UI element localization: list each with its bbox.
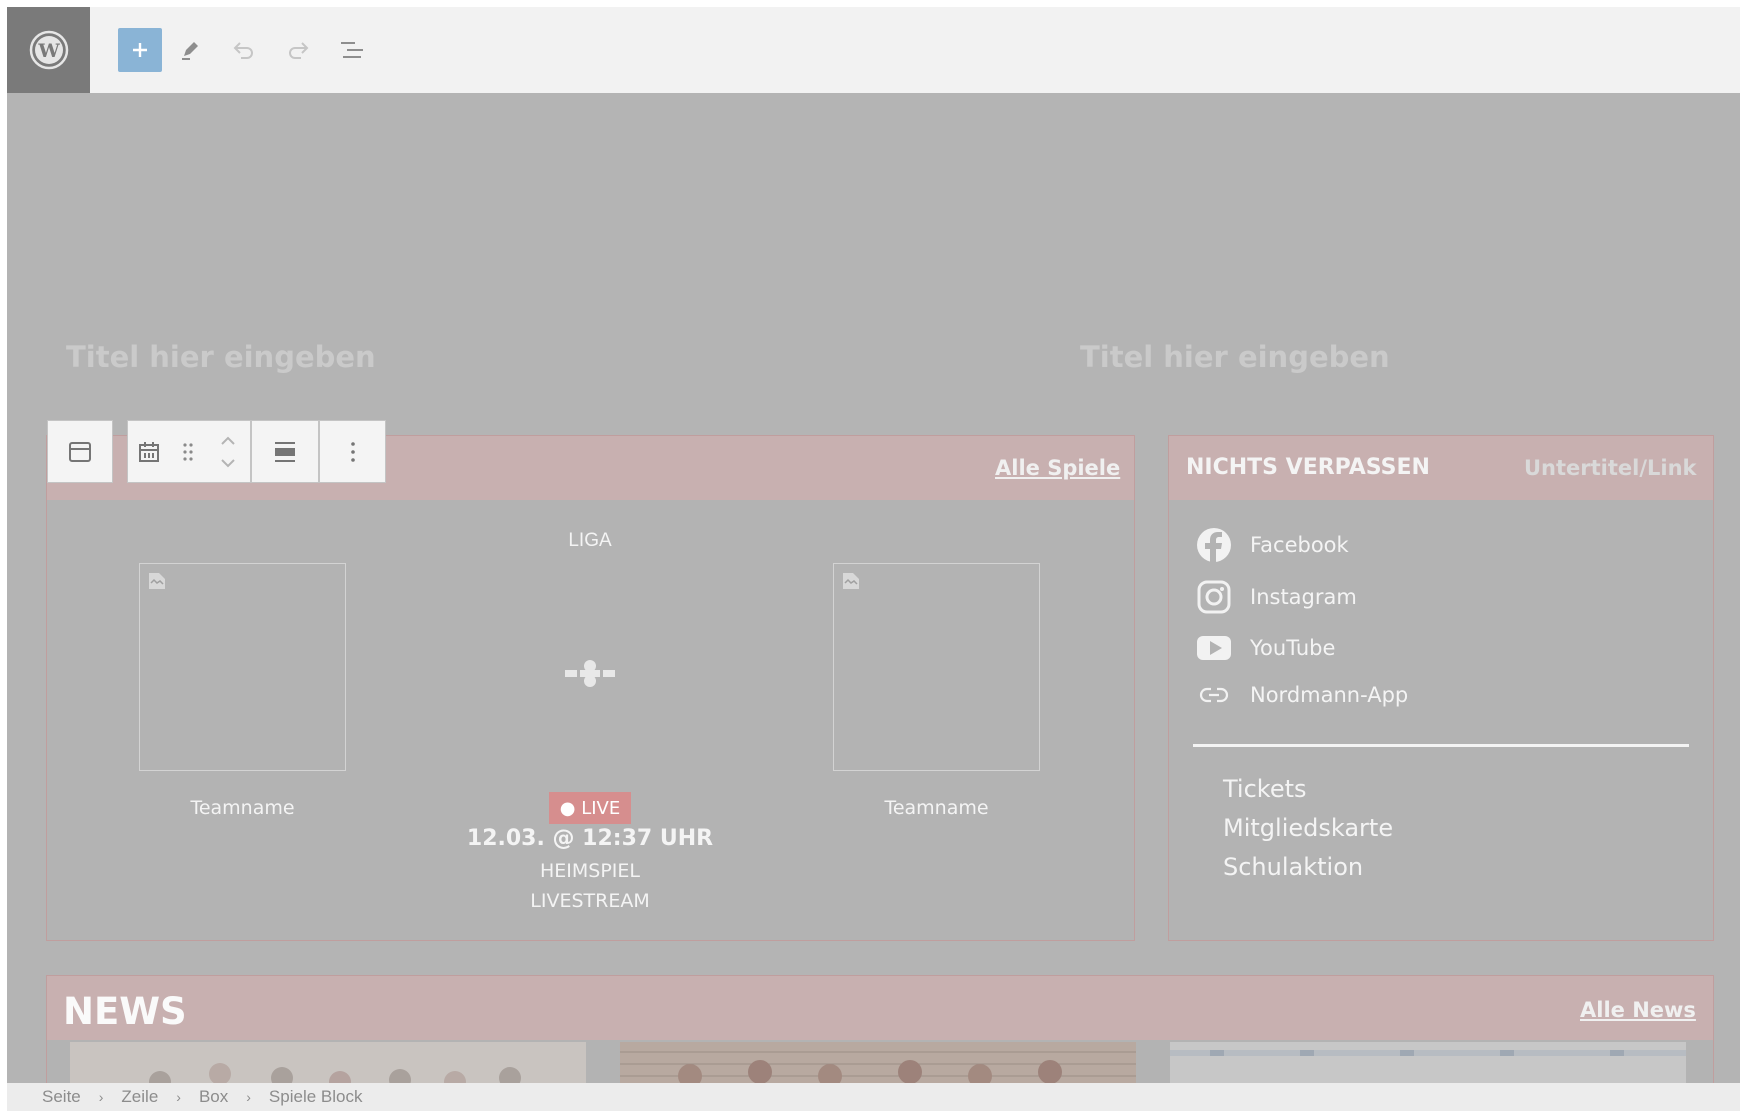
editor-toolbar: W <box>7 7 1740 93</box>
list-view-icon <box>341 42 363 58</box>
more-options-button[interactable] <box>319 420 386 483</box>
news-image-2[interactable] <box>620 1042 1136 1086</box>
link-icon <box>1199 687 1229 703</box>
chevron-right-icon: › <box>246 1089 251 1105</box>
all-games-link[interactable]: Alle Spiele <box>995 456 1120 480</box>
block-toolbar <box>47 420 386 485</box>
facebook-icon <box>1197 528 1231 563</box>
breadcrumb-item[interactable]: Seite <box>42 1087 81 1107</box>
move-up-down-icon[interactable] <box>206 420 250 483</box>
box-icon <box>69 441 91 462</box>
align-button[interactable] <box>251 420 319 483</box>
redo-button[interactable] <box>276 28 320 72</box>
social-label: YouTube <box>1250 636 1336 660</box>
match-type: HEIMSPIEL <box>539 860 640 882</box>
social-subtitle-link[interactable]: Untertitel/Link <box>1524 456 1697 480</box>
home-team-name: Teamname <box>190 797 295 819</box>
social-label: Instagram <box>1250 585 1357 609</box>
news-image-3[interactable] <box>1170 1042 1686 1086</box>
undo-icon <box>233 42 253 59</box>
away-team-name: Teamname <box>884 797 989 819</box>
plus-icon <box>133 43 147 57</box>
wordpress-logo-icon[interactable]: W <box>7 7 90 93</box>
news-block-header <box>47 976 1713 1040</box>
breadcrumb-item[interactable]: Box <box>199 1087 228 1107</box>
social-item-facebook[interactable]: Facebook <box>1196 527 1349 563</box>
align-icon <box>275 441 295 462</box>
social-item-youtube[interactable]: YouTube <box>1196 630 1335 666</box>
more-vertical-icon <box>350 441 355 462</box>
social-heading: NICHTS VERPASSEN <box>1186 455 1430 480</box>
broken-image-icon <box>149 573 165 589</box>
social-item-app[interactable]: Nordmann-App <box>1196 677 1408 713</box>
drag-handle-icon[interactable] <box>170 420 206 483</box>
home-team-logo <box>139 563 346 771</box>
match-date: 12.03. @ 12:37 UHR <box>466 826 714 851</box>
breadcrumb-item[interactable]: Zeile <box>121 1087 158 1107</box>
window-frame-left <box>0 0 7 1111</box>
link-school-action[interactable]: Schulaktion <box>1223 853 1363 881</box>
document-overview-button[interactable] <box>330 28 374 72</box>
news-image-1[interactable] <box>70 1042 586 1086</box>
livestream-label: LIVESTREAM <box>530 890 650 912</box>
svg-text:W: W <box>37 40 60 62</box>
pencil-icon <box>182 42 198 60</box>
redo-icon <box>289 42 309 59</box>
versus-icon <box>565 660 615 687</box>
youtube-icon <box>1197 636 1231 660</box>
title-placeholder-right[interactable]: Titel hier eingeben <box>1080 340 1390 374</box>
news-heading: NEWS <box>63 990 187 1033</box>
broken-image-icon <box>843 573 859 589</box>
instagram-icon <box>1197 580 1231 614</box>
parent-block-selector[interactable] <box>47 420 113 483</box>
block-tools <box>127 420 251 483</box>
add-block-button[interactable] <box>118 28 162 72</box>
edit-tool-button[interactable] <box>168 28 212 72</box>
league-label: LIGA <box>568 530 612 551</box>
chevron-right-icon: › <box>176 1089 181 1105</box>
live-badge: ● LIVE <box>549 792 631 824</box>
social-label: Nordmann-App <box>1250 683 1409 707</box>
breadcrumb-item[interactable]: Spiele Block <box>269 1087 363 1107</box>
all-news-link[interactable]: Alle News <box>1580 998 1696 1022</box>
undo-button[interactable] <box>222 28 266 72</box>
link-membership-card[interactable]: Mitgliedskarte <box>1223 814 1393 842</box>
calendar-block-icon[interactable] <box>128 420 170 483</box>
window-frame-top <box>0 0 1740 7</box>
social-label: Facebook <box>1250 533 1349 557</box>
title-placeholder-left[interactable]: Titel hier eingeben <box>66 340 376 374</box>
link-tickets[interactable]: Tickets <box>1223 775 1307 803</box>
social-divider <box>1193 744 1689 747</box>
social-item-instagram[interactable]: Instagram <box>1196 579 1357 615</box>
away-team-logo <box>833 563 1040 771</box>
chevron-right-icon: › <box>98 1089 104 1105</box>
block-breadcrumb: Seite › Zeile › Box › Spiele Block <box>7 1083 1740 1111</box>
